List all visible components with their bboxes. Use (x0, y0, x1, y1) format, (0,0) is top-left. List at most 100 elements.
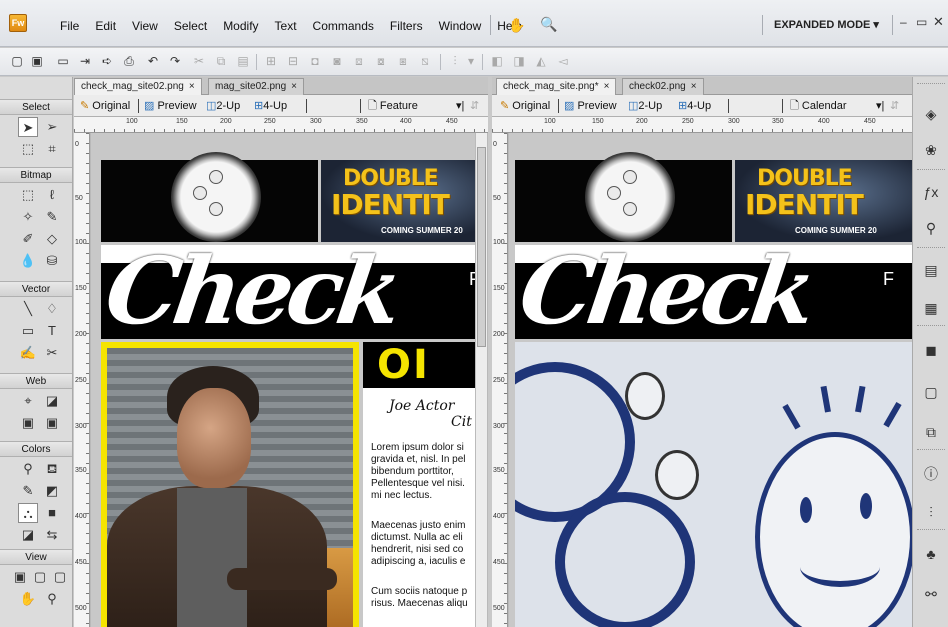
paint-bucket-icon[interactable]: ⛾ (42, 459, 62, 479)
scrollbar-thumb[interactable] (477, 147, 486, 347)
freeform-tool-icon[interactable]: ✍ (18, 343, 38, 363)
magic-wand-icon[interactable]: ✧ (18, 207, 38, 227)
vertical-scrollbar[interactable] (475, 133, 487, 627)
tab-check02[interactable]: check02.png × (622, 78, 704, 95)
rubber-stamp-icon[interactable]: ⛁ (42, 251, 62, 271)
view-4-up[interactable]: ⊞4-Up (254, 99, 287, 113)
save-icon[interactable]: ▣ (30, 54, 44, 68)
lasso-tool-icon[interactable]: ℓ (42, 185, 62, 205)
minimize-button[interactable]: – (900, 15, 907, 29)
export-icon[interactable]: ➪ (100, 54, 114, 68)
line-tool-icon[interactable]: ╲ (18, 299, 38, 319)
bring-forward-icon[interactable]: ⧇ (374, 54, 388, 68)
rectangle-tool-icon[interactable]: ▭ (18, 321, 38, 341)
close-tab-icon[interactable]: × (189, 81, 195, 92)
group-icon[interactable]: ⊞ (264, 54, 278, 68)
menu-edit[interactable]: Edit (87, 19, 124, 33)
view-2-up[interactable]: ◫2-Up (628, 99, 662, 113)
pen-tool-icon[interactable]: ♢ (42, 299, 62, 319)
marquee-tool-icon[interactable]: ⬚ (18, 185, 38, 205)
eyedropper-tool-icon[interactable]: ⚲ (18, 459, 38, 479)
page-options-icon[interactable]: ⇵ (890, 99, 899, 113)
knife-tool-icon[interactable]: ✂ (42, 343, 62, 363)
pencil-tool-icon[interactable]: ✐ (18, 229, 38, 249)
pointer-tool-icon[interactable]: ➤ (18, 117, 38, 137)
close-tab-icon[interactable]: × (691, 81, 697, 92)
split-icon[interactable]: ◙ (330, 54, 344, 68)
bring-front-icon[interactable]: ⧈ (352, 54, 366, 68)
layers-panel-icon[interactable]: ◈ (920, 103, 942, 125)
styles-panel-icon[interactable]: ❀ (920, 139, 942, 161)
flip-horizontal-icon[interactable]: ◭ (534, 54, 548, 68)
open-icon[interactable]: ▭ (56, 54, 70, 68)
tab-check-mag-site02[interactable]: check_mag_site02.png × (74, 78, 202, 95)
document-canvas[interactable]: DOUBLE IDENTIT COMING SUMMER 20 Check F (91, 133, 475, 627)
full-screen-menu-icon[interactable]: ▢ (30, 567, 50, 587)
tab-mag-site02[interactable]: mag_site02.png × (208, 78, 305, 95)
ungroup-icon[interactable]: ⊟ (286, 54, 300, 68)
view-original[interactable]: ✎ Original (80, 99, 130, 113)
close-button[interactable]: ✕ (933, 14, 944, 30)
zoom-icon[interactable]: 🔍 (540, 16, 557, 32)
swap-colors-icon[interactable]: ⇆ (42, 525, 62, 545)
view-preview[interactable]: ▨ Preview (144, 99, 197, 113)
menu-file[interactable]: File (52, 19, 87, 33)
menu-view[interactable]: View (124, 19, 166, 33)
symbols-panel-icon[interactable]: ♣ (920, 543, 942, 565)
rotate-right-icon[interactable]: ◨ (512, 54, 526, 68)
flip-vertical-icon[interactable]: ◅ (556, 54, 570, 68)
hotspot-tool-icon[interactable]: ⌖ (18, 391, 38, 411)
paste-icon[interactable]: ▤ (236, 54, 250, 68)
zoom-tool-icon[interactable]: ⚲ (42, 589, 62, 609)
menu-select[interactable]: Select (166, 19, 215, 33)
pages-panel-icon[interactable]: ▢ (920, 381, 942, 403)
page-dropdown-icon[interactable]: ▾| (456, 99, 464, 113)
view-2-up[interactable]: ◫2-Up (206, 99, 240, 113)
default-colors-icon[interactable]: ◪ (18, 525, 38, 545)
view-original[interactable]: ✎ Original (500, 99, 550, 113)
join-icon[interactable]: ◘ (308, 54, 322, 68)
hand-tool-icon[interactable]: ✋ (18, 589, 38, 609)
show-slices-icon[interactable]: ▣ (42, 413, 62, 433)
import-icon[interactable]: ⇥ (78, 54, 92, 68)
view-4-up[interactable]: ⊞4-Up (678, 99, 711, 113)
rotate-left-icon[interactable]: ◧ (490, 54, 504, 68)
document-canvas[interactable]: DOUBLE IDENTIT COMING SUMMER 20 Check F (509, 133, 912, 627)
send-back-icon[interactable]: ⧅ (418, 54, 432, 68)
behaviors-panel-icon[interactable]: ƒx (920, 181, 942, 203)
align-panel-icon[interactable]: ⫶ (920, 501, 942, 523)
align-dropdown-icon[interactable]: ▾ (464, 54, 478, 68)
page-select[interactable]: 🗋 Feature (368, 99, 418, 113)
stroke-swatch-icon[interactable]: ◩ (42, 481, 62, 501)
full-screen-icon[interactable]: ▢ (50, 567, 70, 587)
menu-text[interactable]: Text (267, 19, 305, 33)
scale-tool-icon[interactable]: ⬚ (18, 139, 38, 159)
panel-grip[interactable] (917, 83, 945, 85)
preview-panel-icon[interactable]: ▤ (920, 259, 942, 281)
subselect-tool-icon[interactable]: ➢ (42, 117, 62, 137)
send-backward-icon[interactable]: ⧆ (396, 54, 410, 68)
view-preview[interactable]: ▨ Preview (564, 99, 617, 113)
menu-modify[interactable]: Modify (215, 19, 266, 33)
page-dropdown-icon[interactable]: ▾| (876, 99, 884, 113)
menu-commands[interactable]: Commands (305, 19, 382, 33)
slice-tool-icon[interactable]: ◪ (42, 391, 62, 411)
info-panel-icon[interactable]: ⓘ (920, 463, 942, 485)
hide-slices-icon[interactable]: ▣ (18, 413, 38, 433)
menu-filters[interactable]: Filters (382, 19, 431, 33)
maximize-button[interactable]: ▭ (916, 15, 927, 29)
find-panel-icon[interactable]: ⚲ (920, 217, 942, 239)
close-tab-icon[interactable]: × (604, 81, 610, 92)
crop-tool-icon[interactable]: ⌗ (42, 139, 62, 159)
stroke-color-icon[interactable]: ✎ (18, 481, 38, 501)
swatches-panel-icon[interactable]: ▦ (920, 297, 942, 319)
cut-icon[interactable]: ✂ (192, 54, 206, 68)
tab-check-mag-site[interactable]: check_mag_site.png* × (496, 78, 617, 95)
eraser-tool-icon[interactable]: ◇ (42, 229, 62, 249)
print-icon[interactable]: ⎙ (122, 54, 136, 68)
brush-tool-icon[interactable]: ✎ (42, 207, 62, 227)
menu-window[interactable]: Window (431, 19, 490, 33)
links-panel-icon[interactable]: ⚯ (920, 583, 942, 605)
undo-icon[interactable]: ↶ (146, 54, 160, 68)
close-tab-icon[interactable]: × (291, 81, 297, 92)
